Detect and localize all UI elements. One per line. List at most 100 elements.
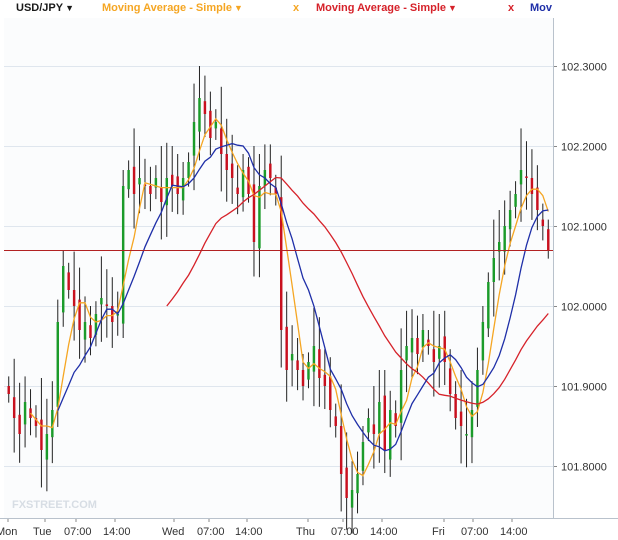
candle-body	[127, 170, 130, 190]
candle-body	[192, 122, 196, 156]
candle-body	[514, 194, 517, 207]
candle-body	[405, 346, 408, 361]
candle-body	[432, 349, 436, 362]
x-tick-label: Thu	[296, 526, 315, 538]
candle-body	[209, 110, 212, 138]
candle-body	[421, 330, 425, 348]
x-tick-label: Mon	[0, 526, 17, 538]
candle-body	[7, 386, 10, 394]
candle-body	[269, 163, 272, 178]
x-tick-label: 14:00	[500, 526, 528, 538]
candle-body	[307, 362, 310, 380]
candle-body	[236, 187, 239, 194]
candle-body	[18, 414, 21, 434]
candle-body	[465, 434, 468, 436]
candle-body	[89, 325, 92, 338]
candle-body	[503, 226, 506, 252]
y-tick-label: 101.8000	[561, 462, 607, 474]
candle-body	[220, 128, 223, 154]
chart-container: FXSTREET.COM 102.3000 102.2000 102.1000 102.…	[0, 0, 618, 540]
candle-body	[492, 258, 496, 282]
candle-body	[23, 402, 27, 425]
candle-body	[225, 154, 228, 170]
candle-body	[83, 322, 87, 340]
candle-body	[525, 176, 528, 178]
candle-body	[290, 354, 294, 361]
candle	[121, 170, 125, 338]
candle-body	[138, 178, 141, 185]
candle-body	[383, 395, 387, 450]
x-tick-label: Wed	[162, 526, 184, 538]
indicator-ma-1[interactable]: Moving Average - Simple ▼	[102, 0, 243, 17]
candle-body	[170, 174, 174, 186]
x-tick-label: 14:00	[370, 526, 398, 538]
candle-body	[72, 290, 76, 306]
symbol-selector[interactable]: USD/JPY ▼	[16, 0, 74, 17]
candle-body	[176, 176, 179, 194]
candle-body	[345, 467, 348, 498]
y-tick-label: 102.1000	[561, 222, 607, 234]
symbol-dropdown-icon[interactable]: ▼	[65, 3, 74, 13]
candle-body	[350, 490, 354, 508]
candle-body	[323, 374, 327, 386]
candle-body	[45, 434, 49, 460]
y-tick-label: 101.9000	[561, 382, 607, 394]
candle-body	[476, 370, 479, 407]
candle-body	[312, 346, 316, 372]
candle-body	[367, 418, 370, 433]
candle-body	[329, 376, 332, 410]
x-tick-label: Tue	[33, 526, 52, 538]
candle-body	[56, 322, 60, 407]
candle-body	[296, 360, 299, 370]
candle-body	[203, 101, 207, 114]
symbol-label: USD/JPY	[16, 2, 64, 14]
candle-body	[410, 338, 414, 353]
x-tick-label: 07:00	[64, 526, 92, 538]
candle	[487, 272, 490, 338]
candle-body	[378, 402, 381, 434]
candle-body	[285, 326, 288, 370]
candle-body	[334, 416, 337, 426]
candle-body	[198, 98, 201, 132]
candle-body	[356, 474, 359, 494]
candle-body	[301, 370, 305, 386]
candle-body	[61, 266, 65, 313]
y-tick-label: 102.0000	[561, 302, 607, 314]
candle-body	[416, 338, 419, 354]
indicator-ma-2-dropdown-icon[interactable]: ▼	[448, 3, 457, 13]
candle-body	[508, 210, 512, 230]
candle-body	[372, 424, 376, 434]
y-tick-label: 102.3000	[561, 62, 607, 74]
candle-body	[487, 282, 490, 329]
watermark: FXSTREET.COM	[12, 499, 97, 511]
candle-body	[67, 272, 70, 290]
indicator-ma-1-close-button[interactable]: x	[293, 0, 299, 17]
candle-body	[339, 426, 343, 474]
x-tick-label: 14:00	[103, 526, 131, 538]
candle-body	[100, 298, 103, 305]
indicator-ma-1-dropdown-icon[interactable]: ▼	[234, 3, 243, 13]
indicator-toolbar: USD/JPY ▼ Moving Average - Simple ▼ x Movi…	[0, 0, 553, 18]
candle-body	[459, 411, 463, 426]
candle-body	[388, 410, 392, 460]
indicator-ma-3-label[interactable]: Mov	[530, 0, 552, 17]
x-tick-label: 14:00	[235, 526, 263, 538]
candle-body	[448, 368, 452, 394]
candle-body	[160, 187, 163, 202]
candle-body	[132, 166, 136, 194]
indicator-ma-2-label: Moving Average - Simple	[316, 2, 446, 14]
candle-body	[258, 186, 261, 249]
candle-body	[519, 170, 523, 185]
candle-body	[230, 163, 234, 178]
candle-body	[105, 304, 109, 306]
candle-body	[318, 349, 321, 378]
candle-body	[361, 442, 365, 471]
plot-area	[4, 18, 553, 518]
x-tick-label: 07:00	[331, 526, 359, 538]
candle-body	[541, 219, 545, 226]
indicator-ma-2-close-button[interactable]: x	[508, 0, 514, 17]
price-chart[interactable]: FXSTREET.COM 102.3000 102.2000 102.1000 102.…	[0, 0, 618, 540]
candle-body	[214, 122, 218, 129]
x-tick-label: Fri	[432, 526, 445, 538]
indicator-ma-2[interactable]: Moving Average - Simple ▼	[316, 0, 457, 17]
